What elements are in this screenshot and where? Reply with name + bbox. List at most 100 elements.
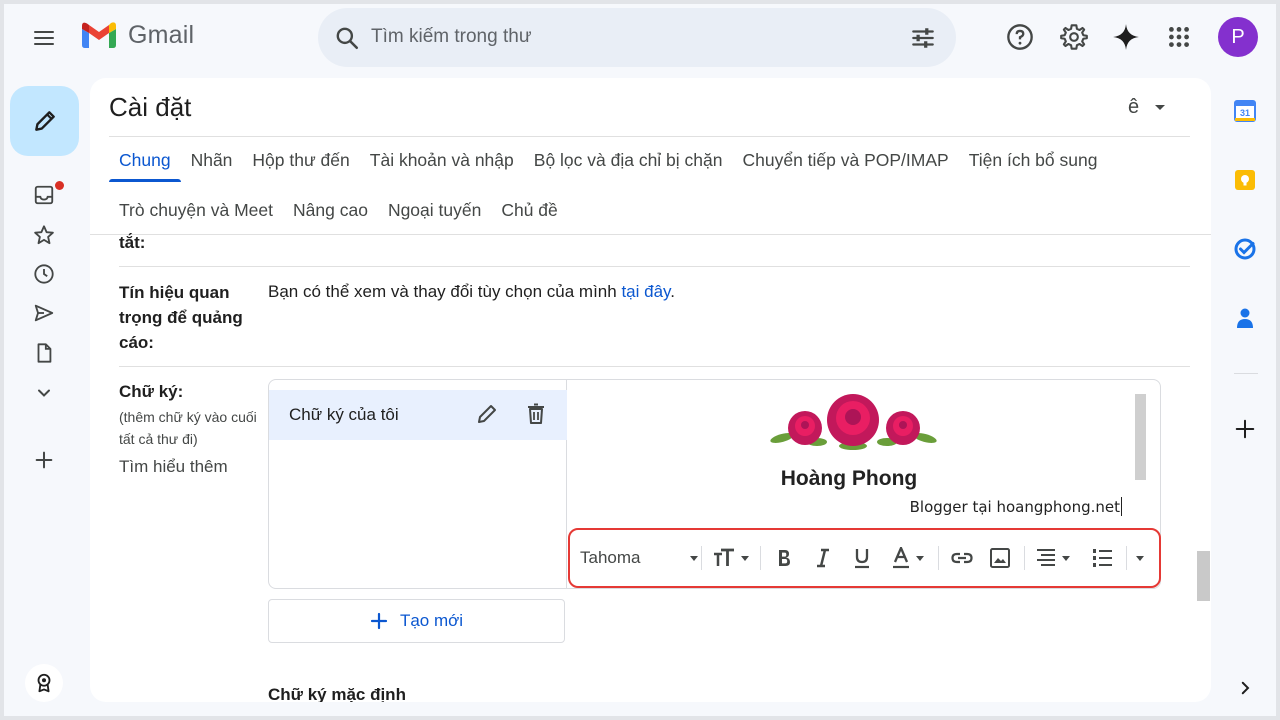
calendar-icon[interactable]: 31: [1232, 98, 1258, 124]
expand-side-panel-chevron-right-icon[interactable]: [1232, 675, 1258, 701]
text-color-icon: [893, 547, 909, 569]
apps-grid-icon[interactable]: [1164, 22, 1194, 52]
delete-trash-icon[interactable]: [524, 402, 548, 426]
link-icon: [951, 552, 973, 564]
insert-link-button[interactable]: [950, 530, 974, 586]
help-icon[interactable]: [1005, 22, 1035, 52]
signature-hint: (thêm chữ ký vào cuối tất cả thư đi): [119, 409, 257, 447]
underline-icon: [855, 549, 869, 569]
chevron-down-icon: [690, 555, 699, 561]
search-bar[interactable]: [318, 8, 956, 67]
inbox-icon[interactable]: [31, 182, 57, 208]
tab-accounts[interactable]: Tài khoản và nhập: [360, 148, 524, 182]
search-options-icon[interactable]: [910, 25, 936, 51]
chevron-down-icon: [1062, 555, 1070, 561]
snoozed-clock-icon[interactable]: [31, 261, 57, 287]
align-button[interactable]: [1035, 530, 1070, 586]
page-scrollbar[interactable]: [1197, 551, 1210, 601]
tab-advanced[interactable]: Nâng cao: [283, 198, 378, 232]
divider: [119, 266, 1190, 267]
divider: [1126, 546, 1127, 570]
font-size-icon: [714, 548, 734, 566]
add-label-plus-icon[interactable]: [31, 447, 57, 473]
rail-bottom-badge-icon[interactable]: [25, 664, 63, 702]
tab-chat-meet[interactable]: Trò chuyện và Meet: [109, 198, 283, 232]
divider: [1234, 373, 1258, 374]
contacts-icon[interactable]: [1232, 305, 1258, 331]
tab-filters[interactable]: Bộ lọc và địa chỉ bị chặn: [524, 148, 733, 182]
italic-button[interactable]: [813, 530, 833, 586]
align-icon: [1037, 549, 1055, 566]
bold-icon: [779, 550, 790, 566]
italic-icon: [817, 548, 829, 568]
text-color-button[interactable]: [891, 530, 924, 586]
bold-button[interactable]: [774, 530, 794, 586]
signature-name: Chữ ký của tôi: [289, 405, 399, 424]
get-addons-plus-icon[interactable]: [1232, 416, 1258, 442]
chevron-down-icon: [1155, 105, 1166, 110]
tab-themes[interactable]: Chủ đề: [491, 198, 567, 232]
tab-addons[interactable]: Tiện ích bổ sung: [959, 148, 1108, 182]
signature-blog-line: Blogger tại hoangphong.net: [909, 498, 1120, 516]
sent-icon[interactable]: [31, 300, 57, 326]
divider: [119, 366, 1190, 367]
divider: [1024, 546, 1025, 570]
insert-image-button[interactable]: [989, 530, 1011, 586]
plus-icon: [370, 612, 388, 630]
learn-more-link[interactable]: Tìm hiểu thêm: [119, 456, 228, 478]
numbered-list-button[interactable]: [1091, 530, 1113, 586]
ads-signals-label: Tín hiệu quan trọng để quảng cáo:: [119, 283, 243, 352]
drafts-icon[interactable]: [31, 340, 57, 366]
ads-settings-link[interactable]: tại đây: [621, 282, 670, 301]
tab-offline[interactable]: Ngoại tuyến: [378, 198, 491, 232]
starred-icon[interactable]: [31, 222, 57, 248]
settings-tabs-row-2: Trò chuyện và Meet Nâng cao Ngoại tuyến …: [109, 198, 568, 228]
signature-format-toolbar: Tahoma: [568, 528, 1161, 588]
edit-pencil-icon[interactable]: [475, 402, 499, 426]
image-icon: [990, 548, 1010, 568]
more-formatting-button[interactable]: [1134, 530, 1144, 586]
create-new-signature-button[interactable]: Tạo mới: [268, 599, 565, 643]
search-icon[interactable]: [334, 25, 360, 51]
divider: [90, 234, 1211, 235]
ads-signals-text: Bạn có thể xem và thay đổi tùy chọn của …: [268, 282, 675, 301]
tab-labels[interactable]: Nhãn: [181, 148, 243, 182]
signature-person-name: Hoàng Phong: [780, 467, 918, 490]
font-family-select[interactable]: Tahoma: [580, 530, 699, 586]
font-size-button[interactable]: [712, 530, 749, 586]
divider: [938, 546, 939, 570]
gmail-logo[interactable]: Gmail: [80, 20, 194, 50]
settings-gear-icon[interactable]: [1059, 22, 1089, 52]
signature-scrollbar[interactable]: [1135, 394, 1146, 480]
default-signature-label: Chữ ký mặc định: [268, 685, 406, 702]
chevron-down-icon: [1136, 555, 1144, 561]
chevron-down-icon: [741, 555, 749, 561]
tab-forwarding[interactable]: Chuyển tiếp và POP/IMAP: [733, 148, 959, 182]
tasks-icon[interactable]: [1232, 236, 1258, 262]
more-chevron-down-icon[interactable]: [31, 380, 57, 406]
app-name: Gmail: [128, 20, 195, 49]
tab-inbox[interactable]: Hộp thư đến: [242, 148, 359, 182]
signature-list-item[interactable]: Chữ ký của tôi: [269, 390, 567, 440]
input-tool-label: ê: [1128, 96, 1140, 118]
signature-list: Chữ ký của tôi: [269, 380, 567, 588]
svg-text:31: 31: [1240, 108, 1250, 118]
compose-button[interactable]: [10, 86, 79, 156]
gmail-m-icon: [82, 22, 116, 48]
settings-panel: Cài đặt ê Chung Nhãn Hộp thư đến Tài kho…: [90, 78, 1211, 702]
main-menu-icon[interactable]: [28, 22, 60, 54]
numbered-list-icon: [1093, 549, 1112, 567]
settings-tabs-row-1: Chung Nhãn Hộp thư đến Tài khoản và nhập…: [109, 148, 1107, 186]
divider: [701, 546, 702, 570]
tab-general[interactable]: Chung: [109, 148, 181, 182]
keep-icon[interactable]: [1232, 167, 1258, 193]
roses-image: [770, 394, 937, 450]
account-avatar[interactable]: P: [1218, 17, 1258, 57]
divider: [109, 136, 1190, 137]
underline-button[interactable]: [852, 530, 872, 586]
chevron-down-icon: [916, 555, 924, 561]
search-input[interactable]: [371, 22, 891, 52]
gemini-sparkle-icon[interactable]: [1111, 22, 1141, 52]
divider: [760, 546, 761, 570]
input-tools-toggle[interactable]: ê: [1128, 96, 1166, 119]
